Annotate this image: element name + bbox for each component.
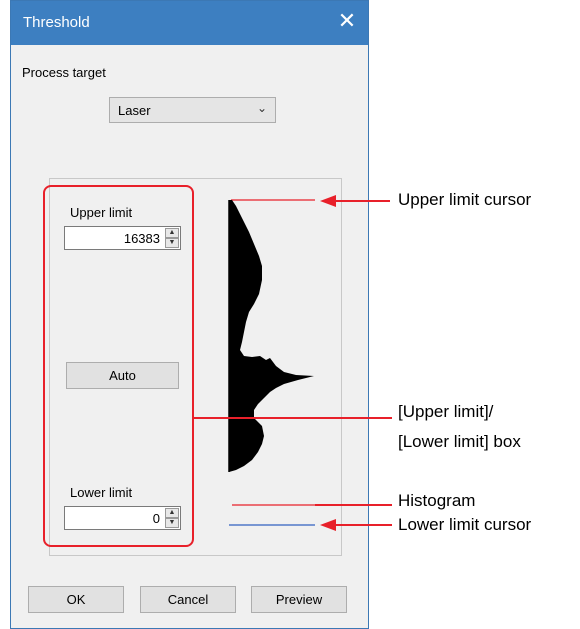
lower-cursor-arrow-icon xyxy=(320,519,336,531)
box-callout-line2: [Lower limit] box xyxy=(398,432,521,451)
limits-highlight-box xyxy=(43,185,194,547)
box-callout-line1: [Upper limit]/ xyxy=(398,402,494,421)
histogram-callout: Histogram xyxy=(398,491,476,510)
lower-cursor-callout: Lower limit cursor xyxy=(398,515,532,534)
upper-cursor-callout: Upper limit cursor xyxy=(398,190,532,209)
histogram xyxy=(229,200,314,472)
upper-cursor-arrow-icon xyxy=(320,195,336,207)
